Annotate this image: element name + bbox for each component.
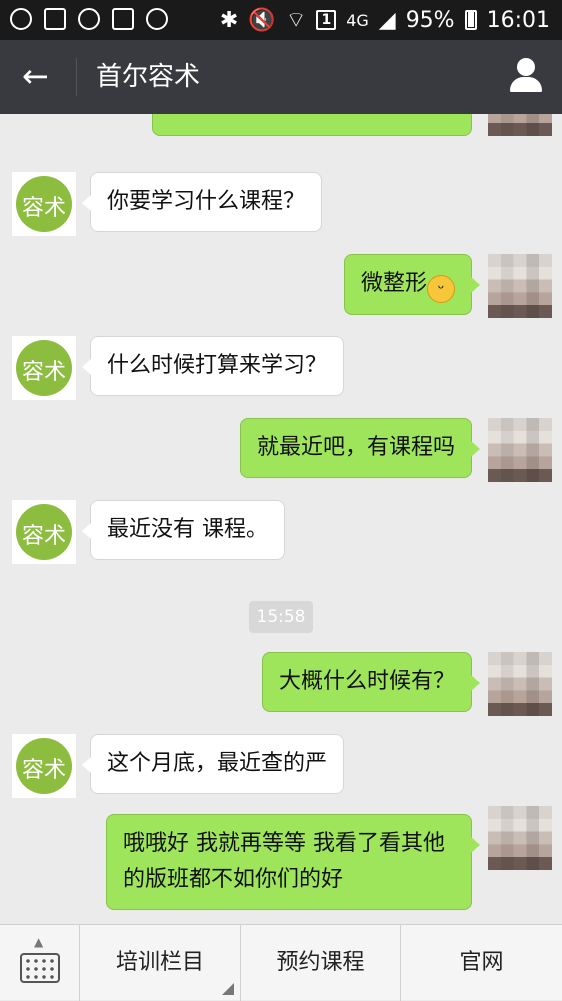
message-bubble[interactable]: 什么时候打算来学习？ xyxy=(81,336,345,396)
logo-mark: 容术 xyxy=(21,196,66,221)
menu-item-label: 官网 xyxy=(459,950,504,975)
official-account-avatar[interactable]: 容术 xyxy=(12,172,76,236)
message-bubble[interactable]: 近期是没有培训了吗？？？？ xyxy=(151,114,481,136)
logo-mark: 容术 xyxy=(21,758,66,783)
wechat-notification-icon xyxy=(10,8,32,30)
grinning-emoji-icon: ᵕ xyxy=(427,275,455,303)
user-avatar[interactable] xyxy=(488,418,552,482)
wechat-notification-icon xyxy=(146,8,168,30)
user-avatar[interactable] xyxy=(488,652,552,716)
logo-mark: 容术 xyxy=(21,360,66,385)
message-bubble[interactable]: 最近没有 课程。 xyxy=(82,500,285,560)
title-bar: ← 首尔容术 xyxy=(0,40,562,114)
user-avatar[interactable] xyxy=(488,114,552,136)
menu-item-official-site[interactable]: 官网 xyxy=(401,925,562,1001)
logo-mark: 容术 xyxy=(21,524,66,549)
menu-item-book-course[interactable]: 预约课程 xyxy=(241,925,401,1001)
keyboard-icon xyxy=(20,953,60,983)
battery-icon xyxy=(464,10,477,30)
system-icons: ✱ 🔇 ⌔ 1 4G ◢ 95% 16:01 xyxy=(220,6,550,34)
message-bubble[interactable]: 哦哦好 我就再等等 我看了看其他的版班都不如你们的好 xyxy=(106,814,480,910)
official-account-avatar[interactable]: 容术 xyxy=(12,336,76,400)
submenu-indicator-icon xyxy=(222,983,234,995)
message-bubble[interactable]: 大概什么时候有？ xyxy=(261,652,481,712)
message-text: 微整形 xyxy=(360,271,427,296)
battery-percent: 95% xyxy=(405,7,455,33)
chat-messages[interactable]: 近期是没有培训了吗？？？？ 容术 你要学习什么课程？ 微整形ᵕ 容术 什么时候打… xyxy=(0,114,562,924)
mail-icon xyxy=(112,8,134,30)
menu-item-training-section[interactable]: 培训栏目 xyxy=(80,925,241,1001)
title-divider xyxy=(76,58,77,96)
signal-icon: ◢ xyxy=(378,7,396,33)
app-notification-icon xyxy=(44,8,66,30)
wifi-icon: ⌔ xyxy=(285,8,307,33)
official-account-avatar[interactable]: 容术 xyxy=(12,500,76,564)
message-timestamp: 15:58 xyxy=(249,601,313,633)
network-type: 4G xyxy=(346,10,369,30)
message-bubble[interactable]: 就最近吧，有课程吗 xyxy=(239,418,481,478)
message-bubble[interactable]: 你要学习什么课程？ xyxy=(81,172,323,232)
message-bubble[interactable]: 这个月底，最近查的严 xyxy=(81,734,345,794)
notification-icons xyxy=(10,8,168,30)
official-account-avatar[interactable]: 容术 xyxy=(12,734,76,798)
message-bubble[interactable]: 微整形 ᵕ xyxy=(343,254,481,315)
official-account-menu: ▲ 培训栏目 预约课程 官网 xyxy=(0,924,562,1001)
wechat-notification-icon xyxy=(78,8,100,30)
arrow-left-icon[interactable]: ← xyxy=(22,58,49,94)
chevron-up-icon: ▲ xyxy=(34,935,44,949)
user-avatar[interactable] xyxy=(488,254,552,318)
user-avatar[interactable] xyxy=(488,806,552,870)
bluetooth-icon: ✱ xyxy=(219,7,239,33)
clock: 16:01 xyxy=(486,7,550,33)
person-icon[interactable] xyxy=(508,58,544,94)
status-bar: ✱ 🔇 ⌔ 1 4G ◢ 95% 16:01 xyxy=(0,0,562,40)
chat-title: 首尔容术 xyxy=(96,62,201,92)
sim-indicator: 1 xyxy=(316,10,337,30)
keyboard-toggle-button[interactable]: ▲ xyxy=(0,925,80,1001)
menu-item-label: 培训栏目 xyxy=(115,950,204,975)
mute-icon: 🔇 xyxy=(248,7,276,33)
menu-item-label: 预约课程 xyxy=(276,950,365,975)
